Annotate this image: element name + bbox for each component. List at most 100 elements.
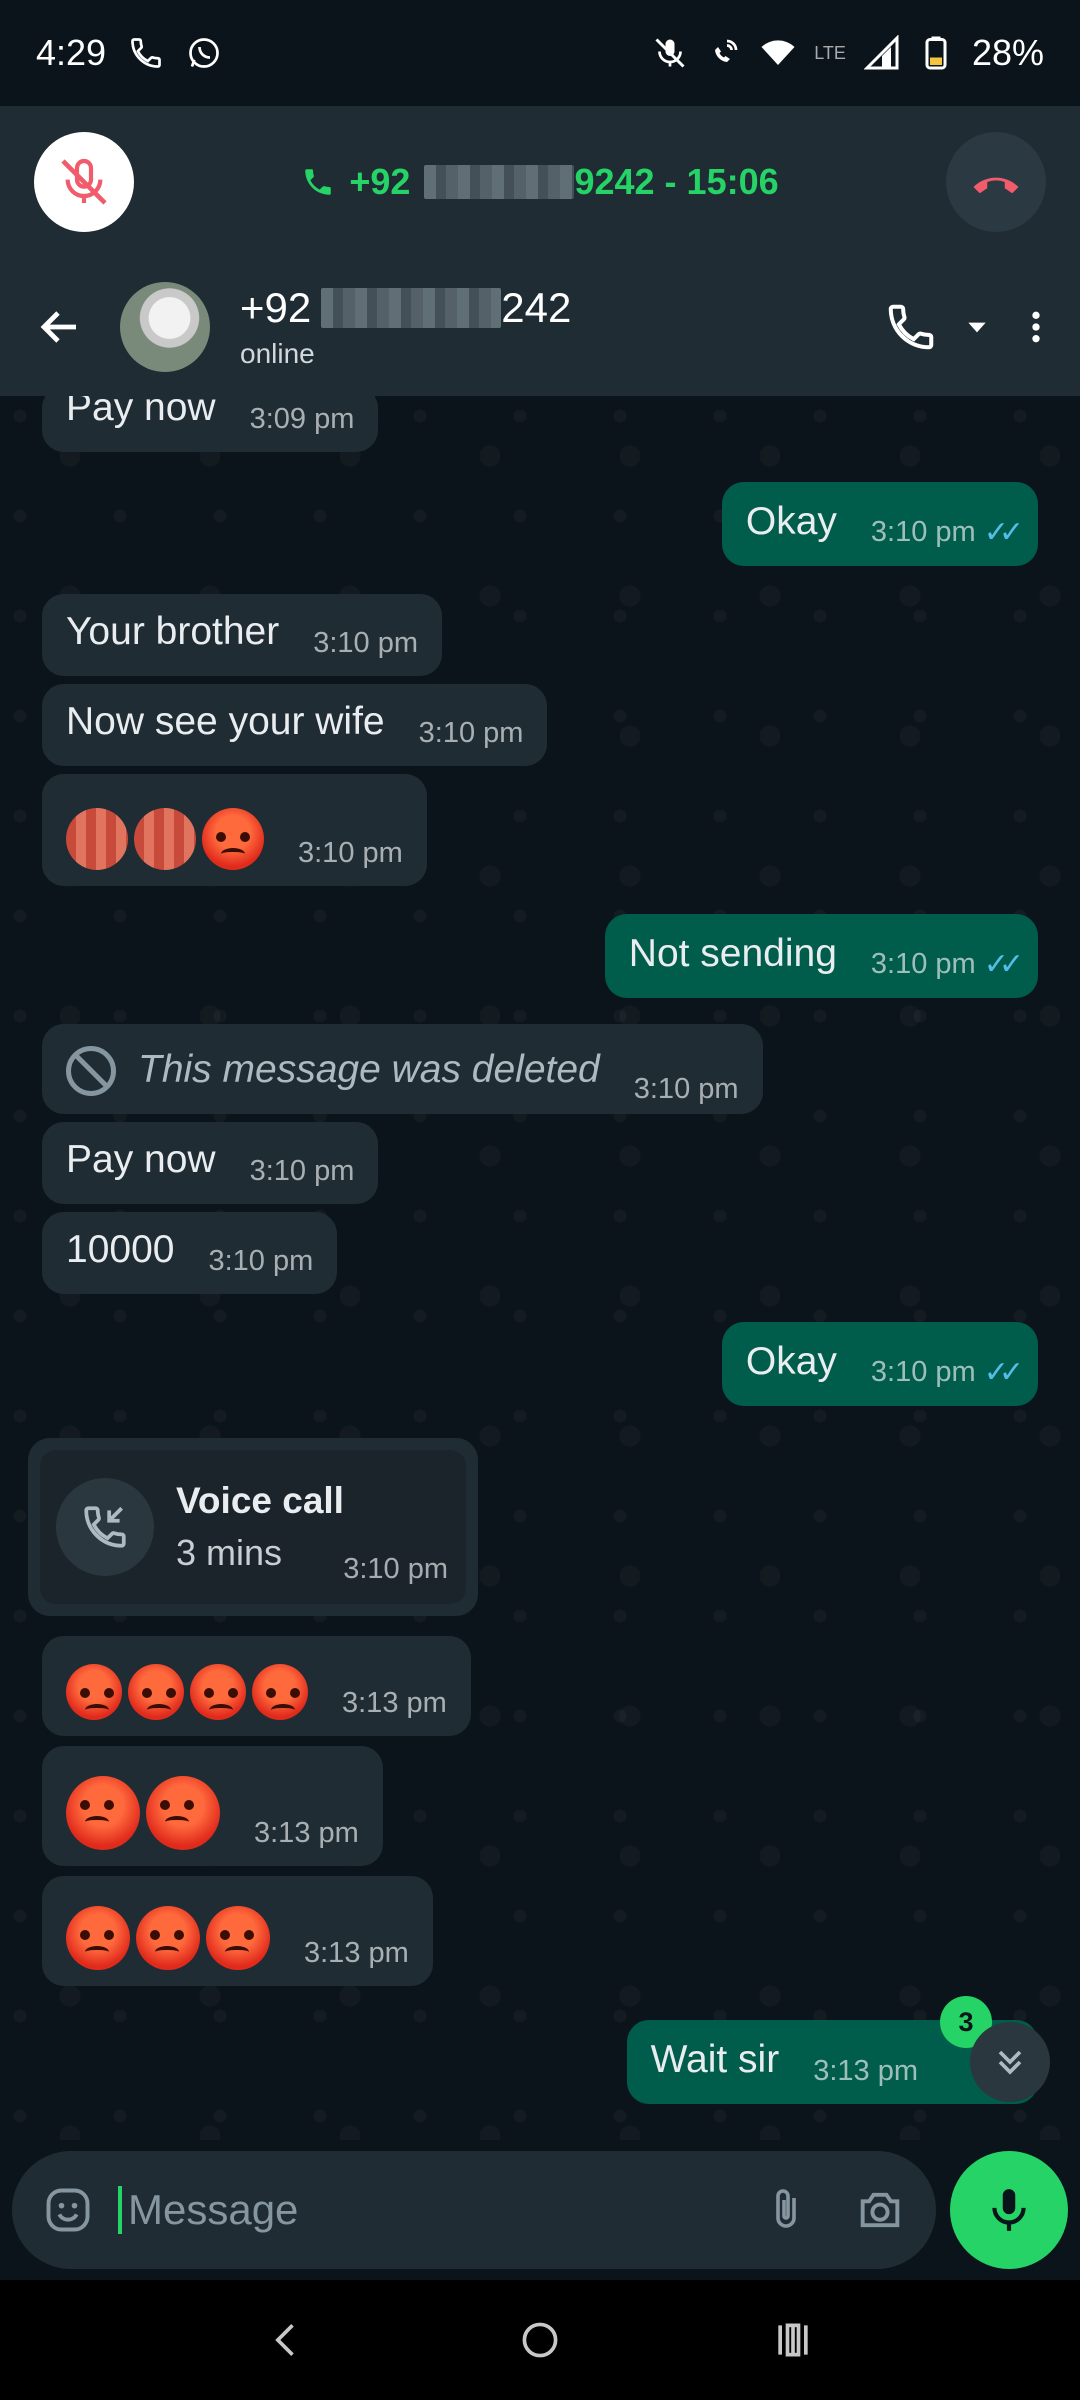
end-call-icon [973,177,1019,194]
angry-face-emoji [136,1906,200,1970]
redacted-number [321,288,502,328]
call-card-duration: 3 mins [176,1532,283,1573]
angry-face-emoji [206,1906,270,1970]
angry-face-emoji [190,1664,246,1720]
message-incoming[interactable]: Pay now 3:09 pm [42,396,379,452]
message-incoming[interactable]: 3:13 pm [42,1746,383,1866]
end-call-button[interactable] [946,132,1046,232]
message-incoming[interactable]: 3:13 pm [42,1876,433,1986]
emoji-row [66,1906,270,1986]
nav-home-icon[interactable] [518,2318,562,2362]
message-text: Now see your wife [66,700,385,743]
message-outgoing[interactable]: Not sending 3:10 pm ✓✓ [604,914,1038,998]
battery-icon [925,36,947,70]
message-time: 3:10 pm [633,1073,739,1105]
chevron-double-down-icon [998,2050,1022,2075]
sticker-icon[interactable] [42,2184,94,2236]
message-time: 3:13 pm [254,1817,359,1849]
call-separator: - [654,161,687,202]
angry-face-emoji [146,1776,220,1850]
dropdown-icon[interactable] [964,314,990,340]
chat-area[interactable]: Pay now 3:09 pm Okay 3:10 pm ✓✓ Your brot… [0,396,1080,2140]
message-incoming[interactable]: Pay now 3:10 pm [42,1122,379,1204]
message-time: 3:13 pm [304,1937,409,1969]
more-icon[interactable] [1016,300,1056,354]
emoji-row [66,1664,308,1736]
angry-face-emoji [66,1776,140,1850]
ongoing-call-bar[interactable]: +92 9242 - 15:06 [0,106,1080,258]
message-input-container[interactable] [12,2151,936,2269]
angry-face-emoji [66,1906,130,1970]
read-ticks-icon: ✓✓ [983,948,1024,981]
contact-status: online [240,338,315,369]
mute-button[interactable] [34,132,134,232]
battery-level: 28% [971,32,1044,73]
message-outgoing[interactable]: Okay 3:10 pm ✓✓ [721,482,1038,566]
back-button[interactable] [24,291,96,363]
chat-header: +92 242 online [0,258,1080,396]
message-meta: 3:10 pm ✓✓ [871,515,1024,566]
whatsapp-icon [189,38,219,68]
scroll-to-bottom-button[interactable] [970,2022,1050,2102]
message-incoming[interactable]: Your brother 3:10 pm [42,594,443,676]
phone-icon [131,38,161,68]
voice-record-button[interactable] [950,2151,1068,2269]
message-text: Okay [745,500,837,543]
angry-face-emoji [66,808,128,870]
angry-face-emoji [252,1664,308,1720]
angry-face-emoji [134,808,196,870]
contact-name-prefix: +92 [240,284,312,331]
wifi-call-icon [715,39,738,62]
back-arrow-icon [40,311,76,343]
message-text: Not sending [628,932,837,975]
call-duration: 15:06 [686,161,779,202]
mic-off-icon [61,158,107,205]
mute-icon [655,38,685,68]
wifi-icon [761,40,795,65]
camera-icon[interactable] [854,2184,906,2236]
message-time: 3:10 pm [249,1155,355,1187]
call-number-prefix: +92 [349,161,411,202]
incoming-call-icon [56,1478,154,1576]
message-input[interactable] [118,2186,762,2234]
call-icon[interactable] [884,300,938,354]
system-nav-bar [0,2280,1080,2400]
message-time: 3:10 pm [343,1553,448,1585]
message-incoming[interactable]: Now see your wife 3:10 pm [42,684,548,766]
message-time: 3:10 pm [298,837,403,869]
message-time: 3:13 pm [813,2055,918,2087]
message-outgoing[interactable]: Okay 3:10 pm ✓✓ [721,1322,1038,1406]
read-ticks-icon: ✓✓ [983,1356,1024,1389]
message-text: This message was deleted [138,1048,600,1091]
emoji-row [66,1776,220,1866]
call-status[interactable]: +92 9242 - 15:06 [134,161,946,203]
message-text: Pay now [66,396,216,429]
message-deleted[interactable]: This message was deleted 3:10 pm [42,1024,763,1114]
nav-recents-icon[interactable] [771,2318,815,2362]
message-meta: 3:10 pm ✓✓ [870,947,1024,998]
message-incoming[interactable]: 10000 3:10 pm [42,1212,338,1294]
input-bar [0,2140,1080,2280]
message-time: 3:10 pm [313,627,419,659]
nav-back-icon[interactable] [265,2318,309,2362]
message-text: 10000 [66,1228,175,1271]
voice-call-card[interactable]: Voice call 3 mins 3:10 pm [28,1438,478,1616]
contact-info[interactable]: +92 242 online [240,284,571,370]
read-ticks-icon: ✓✓ [983,516,1024,549]
status-bar: 4:29 LTE 28% [0,0,1080,106]
message-incoming[interactable]: 3:13 pm [42,1636,471,1736]
message-time: 3:09 pm [249,403,355,435]
angry-face-emoji [128,1664,184,1720]
message-text: Pay now [66,1138,216,1181]
angry-face-emoji [202,808,264,870]
avatar[interactable] [120,282,210,372]
mic-icon [992,2189,1026,2231]
redacted-number [424,165,575,199]
attach-icon[interactable] [762,2186,810,2234]
message-meta: 3:10 pm ✓✓ [871,1355,1024,1406]
message-incoming[interactable]: 3:10 pm [42,774,427,886]
message-time: 3:10 pm [870,948,976,980]
signal-icon [863,35,899,70]
emoji-row [66,808,264,886]
angry-face-emoji [66,1664,122,1720]
